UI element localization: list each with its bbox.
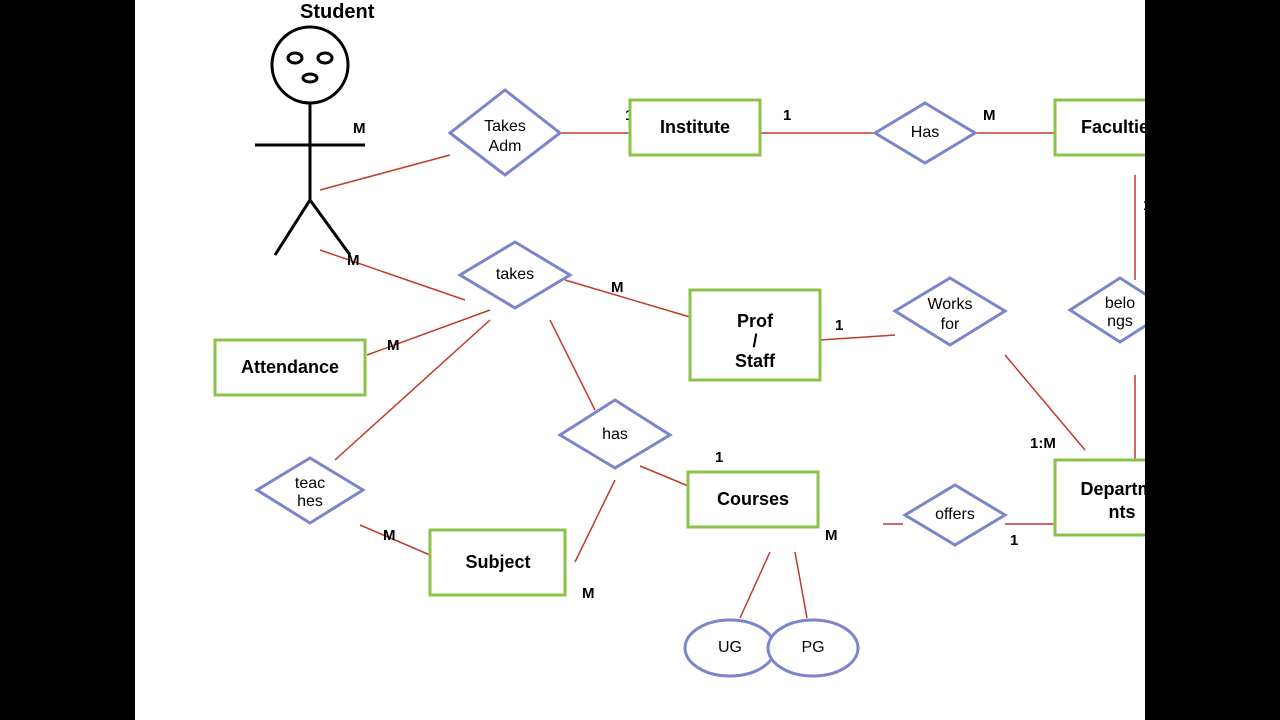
attendance-entity: Attendance: [215, 340, 365, 395]
svg-text:/: /: [752, 331, 757, 351]
mult-m-student-takes: M: [347, 252, 360, 269]
mult-m-courses-offers: M: [825, 527, 838, 544]
svg-text:Has: Has: [911, 124, 939, 141]
svg-text:Attendance: Attendance: [241, 357, 339, 377]
svg-text:offers: offers: [935, 506, 975, 523]
mult-m-has-faculties: M: [983, 107, 996, 124]
mult-1-institute-has: 1: [783, 107, 791, 124]
svg-text:has: has: [602, 426, 628, 443]
ug-entity: UG: [685, 620, 775, 676]
svg-text:takes: takes: [496, 266, 534, 283]
svg-text:Courses: Courses: [717, 489, 789, 509]
mult-m-teaches-subject: M: [383, 527, 396, 544]
courses-entity: Courses: [688, 472, 818, 527]
svg-text:Faculties: Faculties: [1081, 117, 1145, 137]
offers-relation: offers: [905, 485, 1005, 545]
profstaff-entity: Prof / Staff: [690, 290, 820, 380]
svg-text:UG: UG: [718, 639, 742, 656]
mult-1m-worksfor-depts: 1:M: [1030, 435, 1056, 452]
mult-m-takes-attendance: M: [387, 337, 400, 354]
student-figure: [255, 27, 365, 255]
faculties-entity: Faculties: [1055, 100, 1145, 155]
subject-entity: Subject: [430, 530, 565, 595]
mult-m-takes-profstaff: M: [611, 279, 624, 296]
mult-1-faculties-belongs: 1: [1143, 197, 1145, 214]
takesadm-relation: Takes Adm: [450, 90, 560, 175]
mult-1-profstaff-worksfor: 1: [835, 317, 843, 334]
teaches-relation: teac hes: [257, 458, 363, 523]
svg-text:teac: teac: [295, 475, 325, 492]
student-label: Student: [300, 1, 375, 23]
has-relation: Has: [875, 103, 975, 163]
svg-text:Staff: Staff: [735, 351, 776, 371]
diagram-canvas: Student M M Takes Adm: [135, 0, 1145, 720]
mult-m-student-takesadm: M: [353, 120, 366, 137]
belongs-relation: belo ngs: [1070, 278, 1145, 342]
svg-text:Departme: Departme: [1080, 479, 1145, 499]
institute-entity: Institute: [630, 100, 760, 155]
svg-text:belo: belo: [1105, 295, 1135, 312]
svg-text:for: for: [941, 316, 960, 333]
svg-text:PG: PG: [801, 639, 824, 656]
takes-relation: takes: [460, 242, 570, 308]
svg-text:Takes: Takes: [484, 118, 526, 135]
mult-1-has-courses: 1: [715, 449, 723, 466]
has-lower-relation: has: [560, 400, 670, 468]
departments-entity: Departme nts: [1055, 460, 1145, 535]
mult-m-subject-has: M: [582, 585, 595, 602]
svg-text:ngs: ngs: [1107, 313, 1133, 330]
svg-text:Adm: Adm: [489, 138, 522, 155]
mult-1-offers-depts: 1: [1010, 532, 1018, 549]
svg-text:Subject: Subject: [465, 552, 530, 572]
svg-text:hes: hes: [297, 493, 323, 510]
svg-text:Works: Works: [927, 296, 972, 313]
svg-text:nts: nts: [1109, 502, 1136, 522]
svg-text:Prof: Prof: [737, 311, 774, 331]
worksfor-relation: Works for: [895, 278, 1005, 345]
svg-text:Institute: Institute: [660, 117, 730, 137]
pg-entity: PG: [768, 620, 858, 676]
